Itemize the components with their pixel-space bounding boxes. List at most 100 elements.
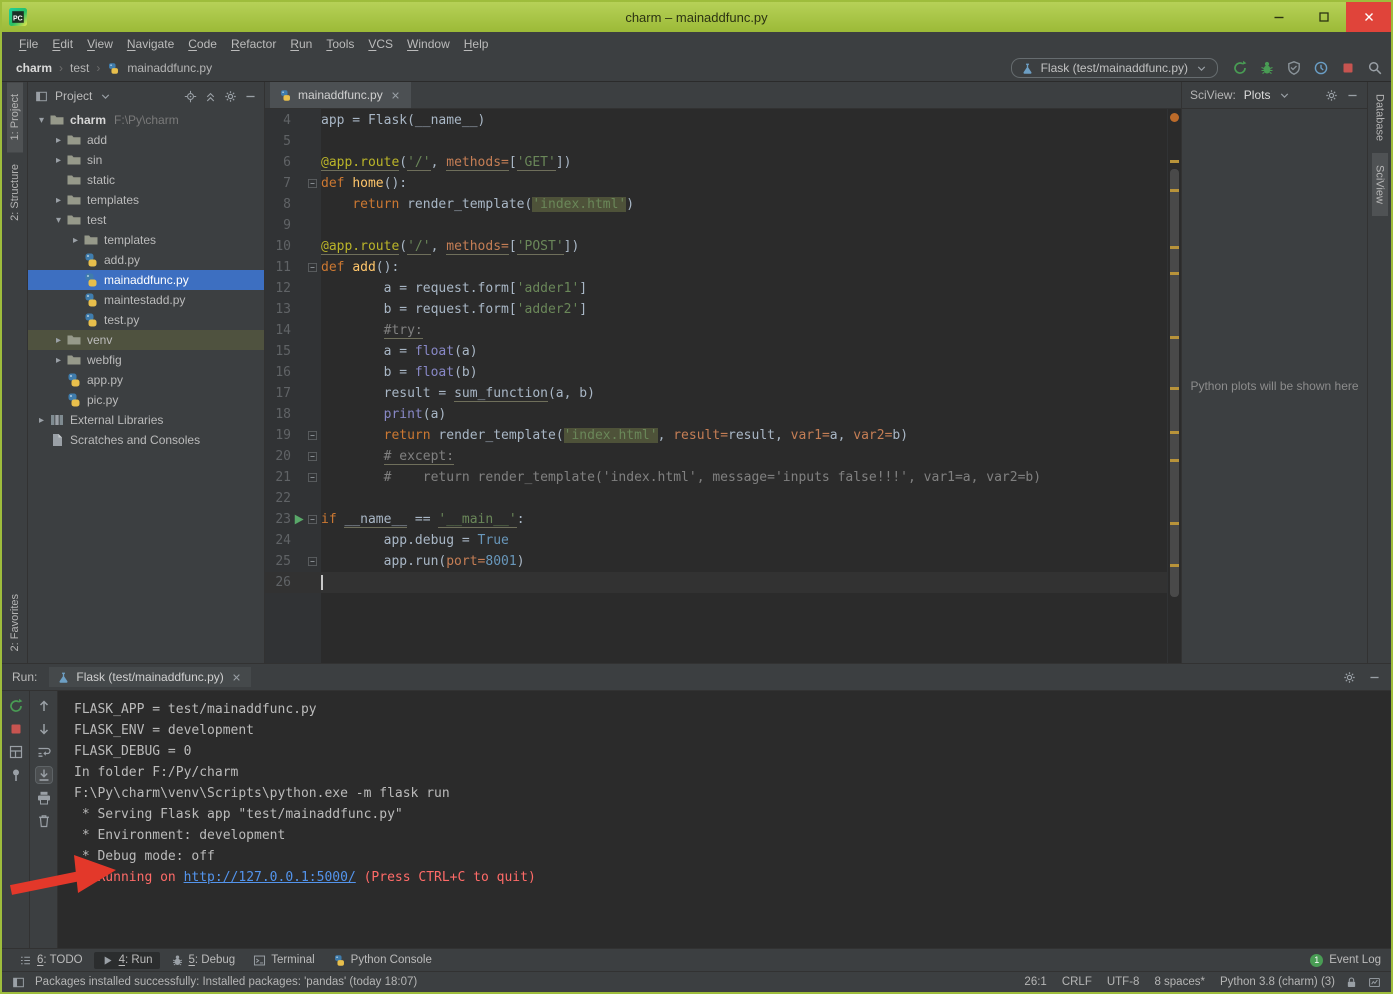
- tree-item-add-py[interactable]: add.py: [28, 250, 264, 270]
- debug-button[interactable]: [1259, 60, 1275, 76]
- locate-file-icon[interactable]: [184, 90, 197, 103]
- fold-marker-icon[interactable]: [306, 177, 319, 190]
- settings-gear-icon[interactable]: [1325, 89, 1338, 102]
- code-line-9[interactable]: [321, 215, 1167, 236]
- maximize-button[interactable]: [1301, 2, 1346, 32]
- status-item-utf-8[interactable]: UTF-8: [1107, 976, 1140, 988]
- inspection-indicator[interactable]: [1170, 113, 1179, 122]
- tool-window-switcher-icon[interactable]: [12, 976, 25, 989]
- tree-item-maintestadd-py[interactable]: maintestadd.py: [28, 290, 264, 310]
- status-message[interactable]: Packages installed successfully: Install…: [35, 976, 417, 988]
- warning-stripe-mark[interactable]: [1170, 431, 1179, 434]
- tree-expanded-arrow-icon[interactable]: ▾: [51, 215, 66, 226]
- event-log-button[interactable]: 1 Event Log: [1310, 954, 1381, 967]
- code-line-14[interactable]: #try:: [321, 320, 1167, 341]
- code-line-12[interactable]: a = request.form['adder1']: [321, 278, 1167, 299]
- hide-panel-icon[interactable]: [1368, 671, 1381, 684]
- tree-item-venv[interactable]: ▸venv: [28, 330, 264, 350]
- tree-collapsed-arrow-icon[interactable]: ▸: [68, 235, 83, 246]
- code-line-18[interactable]: print(a): [321, 404, 1167, 425]
- search-everywhere-button[interactable]: [1367, 60, 1383, 76]
- warning-stripe-mark[interactable]: [1170, 160, 1179, 163]
- fold-marker-icon[interactable]: [306, 429, 319, 442]
- lock-icon[interactable]: [1345, 976, 1358, 989]
- menu-edit[interactable]: Edit: [45, 35, 80, 53]
- tree-item-charm[interactable]: ▾charmF:\Py\charm: [28, 110, 264, 130]
- settings-gear-icon[interactable]: [1343, 671, 1356, 684]
- breadcrumb-item-test[interactable]: test: [70, 61, 89, 75]
- close-tab-icon[interactable]: [230, 671, 243, 684]
- status-item-crlf[interactable]: CRLF: [1062, 976, 1092, 988]
- stop-button[interactable]: [8, 721, 24, 737]
- tree-item-templates[interactable]: ▸templates: [28, 190, 264, 210]
- scroll-to-end-button[interactable]: [36, 767, 52, 783]
- warning-stripe-mark[interactable]: [1170, 189, 1179, 192]
- project-panel-title[interactable]: Project: [55, 89, 92, 103]
- scrollbar-thumb[interactable]: [1170, 169, 1179, 597]
- tool-strip-button-2-favorites[interactable]: 2: Favorites: [7, 582, 23, 663]
- console-url-link[interactable]: http://127.0.0.1:5000/: [184, 870, 356, 885]
- code-line-22[interactable]: [321, 488, 1167, 509]
- tree-item-scratches-and-consoles[interactable]: Scratches and Consoles: [28, 430, 264, 450]
- warning-stripe-mark[interactable]: [1170, 387, 1179, 390]
- code-line-23[interactable]: if __name__ == '__main__':: [321, 509, 1167, 530]
- stop-button[interactable]: [1340, 60, 1356, 76]
- menu-vcs[interactable]: VCS: [361, 35, 400, 53]
- settings-gear-icon[interactable]: [224, 90, 237, 103]
- fold-marker-icon[interactable]: [306, 471, 319, 484]
- code-area[interactable]: app = Flask(__name__)@app.route('/', met…: [321, 109, 1167, 663]
- chevron-down-icon[interactable]: [1278, 89, 1291, 102]
- run-tab-flask[interactable]: Flask (test/mainaddfunc.py): [49, 667, 250, 687]
- soft-wrap-button[interactable]: [36, 744, 52, 760]
- toolwindow-button-6-todo[interactable]: 6: TODO: [12, 952, 90, 969]
- menu-view[interactable]: View: [80, 35, 120, 53]
- close-button[interactable]: [1346, 2, 1391, 32]
- status-item-8-spaces[interactable]: 8 spaces*: [1154, 976, 1205, 988]
- toolwindow-button-python-console[interactable]: Python Console: [326, 952, 439, 969]
- toolwindow-button-4-run[interactable]: 4: Run: [94, 952, 160, 969]
- status-item-python-3-8-charm-3[interactable]: Python 3.8 (charm) (3): [1220, 976, 1335, 988]
- console-output[interactable]: FLASK_APP = test/mainaddfunc.pyFLASK_ENV…: [58, 691, 1391, 948]
- collapse-all-icon[interactable]: [204, 90, 217, 103]
- minimize-button[interactable]: [1256, 2, 1301, 32]
- status-item-26-1[interactable]: 26:1: [1024, 976, 1046, 988]
- tree-collapsed-arrow-icon[interactable]: ▸: [34, 415, 49, 426]
- run-line-icon[interactable]: [291, 512, 306, 527]
- restore-layout-button[interactable]: [8, 744, 24, 760]
- tree-item-templates[interactable]: ▸templates: [28, 230, 264, 250]
- breadcrumb-item-mainaddfunc-py[interactable]: mainaddfunc.py: [127, 61, 212, 75]
- warning-stripe-mark[interactable]: [1170, 246, 1179, 249]
- tool-strip-button-database[interactable]: Database: [1372, 82, 1388, 153]
- tree-item-webfig[interactable]: ▸webfig: [28, 350, 264, 370]
- code-line-25[interactable]: app.run(port=8001): [321, 551, 1167, 572]
- tree-collapsed-arrow-icon[interactable]: ▸: [51, 335, 66, 346]
- code-line-26[interactable]: [321, 572, 1167, 593]
- run-button[interactable]: [1232, 60, 1248, 76]
- clear-all-button[interactable]: [36, 813, 52, 829]
- fold-marker-icon[interactable]: [306, 261, 319, 274]
- tree-expanded-arrow-icon[interactable]: ▾: [34, 115, 49, 126]
- code-line-20[interactable]: # except:: [321, 446, 1167, 467]
- warning-stripe-mark[interactable]: [1170, 336, 1179, 339]
- run-config-selector[interactable]: Flask (test/mainaddfunc.py): [1011, 58, 1218, 78]
- menu-file[interactable]: File: [12, 35, 45, 53]
- tree-item-test[interactable]: ▾test: [28, 210, 264, 230]
- code-line-19[interactable]: return render_template('index.html', res…: [321, 425, 1167, 446]
- menu-help[interactable]: Help: [457, 35, 496, 53]
- warning-stripe-mark[interactable]: [1170, 272, 1179, 275]
- code-line-15[interactable]: a = float(a): [321, 341, 1167, 362]
- code-line-5[interactable]: [321, 131, 1167, 152]
- sciview-tab-plots[interactable]: Plots: [1244, 88, 1271, 102]
- up-stack-trace-button[interactable]: [36, 698, 52, 714]
- tool-strip-button-1-project[interactable]: 1: Project: [7, 82, 23, 152]
- toolwindow-button-terminal[interactable]: Terminal: [246, 952, 321, 969]
- indicator-icon[interactable]: [1368, 976, 1381, 989]
- tree-item-external-libraries[interactable]: ▸External Libraries: [28, 410, 264, 430]
- code-line-6[interactable]: @app.route('/', methods=['GET']): [321, 152, 1167, 173]
- code-line-13[interactable]: b = request.form['adder2']: [321, 299, 1167, 320]
- menu-run[interactable]: Run: [283, 35, 319, 53]
- code-line-21[interactable]: # return render_template('index.html', m…: [321, 467, 1167, 488]
- tree-item-sin[interactable]: ▸sin: [28, 150, 264, 170]
- menu-window[interactable]: Window: [400, 35, 457, 53]
- warning-stripe-mark[interactable]: [1170, 522, 1179, 525]
